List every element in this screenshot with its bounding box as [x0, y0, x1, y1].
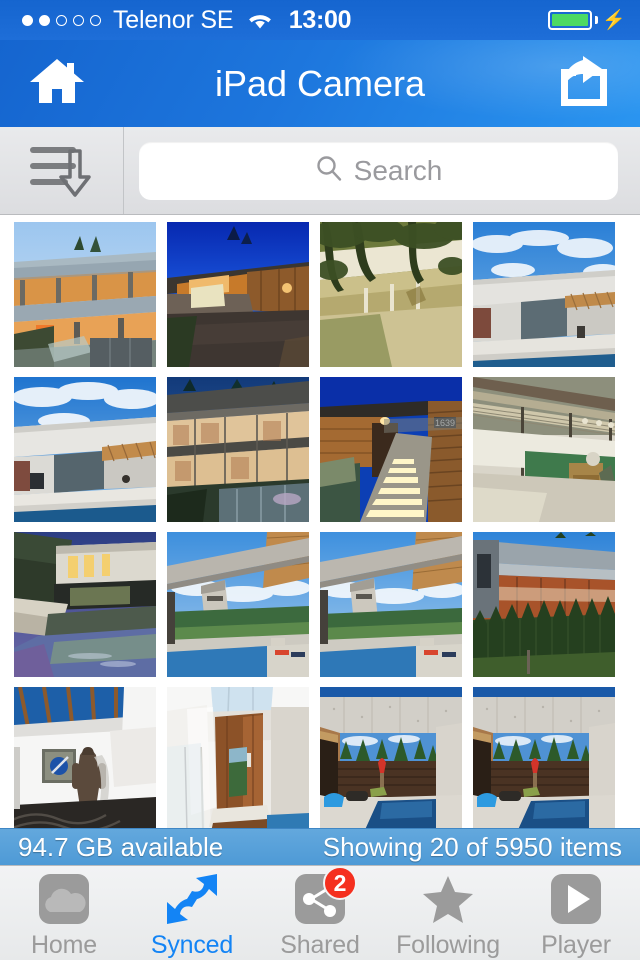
tab-label-player: Player	[541, 931, 611, 959]
signal-dot-4	[73, 14, 84, 26]
photo-grid[interactable]: 1639	[0, 215, 640, 848]
battery-cap	[595, 16, 599, 24]
tab-label-shared: Shared	[280, 931, 360, 959]
sort-button[interactable]	[0, 127, 124, 214]
photo-thumbnail[interactable]	[320, 222, 462, 367]
signal-dot-2	[39, 14, 50, 26]
lightning-bolt-icon: ⚡	[602, 9, 626, 31]
tab-player[interactable]: Player	[512, 866, 640, 960]
search-toolbar: Search	[0, 127, 640, 215]
share-export-icon	[557, 56, 611, 111]
items-count-label: Showing 20 of 5950 items	[322, 831, 622, 862]
photo-thumbnail[interactable]	[473, 532, 615, 677]
signal-dot-3	[56, 14, 67, 26]
tab-bar: Home Synced 2 Shared Following Player	[0, 865, 640, 960]
search-input[interactable]: Search	[354, 155, 443, 187]
photo-thumbnail[interactable]	[473, 222, 615, 367]
photo-thumbnail[interactable]	[14, 687, 156, 832]
photo-thumbnail[interactable]	[473, 377, 615, 522]
battery-full-icon	[548, 10, 593, 30]
share-nodes-icon: 2	[291, 866, 357, 928]
tab-label-synced: Synced	[150, 931, 234, 959]
signal-dot-5	[90, 14, 101, 26]
search-field[interactable]: Search	[139, 141, 618, 200]
home-icon	[29, 56, 85, 111]
star-icon	[419, 870, 477, 928]
status-bar: Telenor SE 13:00 ⚡	[0, 0, 640, 40]
sort-descending-icon	[26, 137, 98, 204]
wifi-icon	[245, 9, 275, 31]
photo-thumbnail[interactable]	[473, 687, 615, 832]
tab-label-following: Following	[396, 931, 500, 959]
sync-arrows-icon	[163, 870, 221, 928]
photo-thumbnail[interactable]	[320, 532, 462, 677]
tab-following[interactable]: Following	[384, 866, 512, 960]
tab-synced[interactable]: Synced	[128, 866, 256, 960]
signal-dot-1	[22, 14, 33, 26]
page-title: iPad Camera	[214, 62, 426, 104]
navigation-bar: iPad Camera	[0, 40, 640, 127]
photo-thumbnail[interactable]	[167, 532, 309, 677]
tab-label-home: Home	[31, 931, 97, 959]
photo-thumbnail[interactable]	[14, 222, 156, 367]
shared-badge: 2	[323, 866, 357, 900]
carrier-label: Telenor SE	[113, 5, 234, 34]
share-button[interactable]	[556, 56, 612, 111]
photo-thumbnail[interactable]	[320, 687, 462, 832]
clock-label: 13:00	[288, 5, 352, 34]
cloud-icon	[35, 870, 93, 928]
battery-indicator: ⚡	[548, 10, 626, 30]
photo-thumbnail[interactable]	[14, 377, 156, 522]
tab-shared[interactable]: 2 Shared	[256, 866, 384, 960]
status-info-bar: 94.7 GB available Showing 20 of 5950 ite…	[0, 828, 640, 865]
app-root: Telenor SE 13:00 ⚡ iPad Camera Search 94…	[0, 0, 640, 960]
home-button[interactable]	[28, 58, 86, 110]
storage-available-label: 94.7 GB available	[18, 831, 224, 862]
photo-thumbnail[interactable]: 1639	[320, 377, 462, 522]
signal-strength-dots	[22, 14, 101, 26]
tab-home[interactable]: Home	[0, 866, 128, 960]
photo-thumbnail[interactable]	[167, 377, 309, 522]
photo-thumbnail[interactable]	[167, 687, 309, 832]
photo-thumbnail[interactable]	[167, 222, 309, 367]
search-icon	[315, 154, 343, 187]
photo-thumbnail[interactable]	[14, 532, 156, 677]
play-icon	[547, 870, 605, 928]
